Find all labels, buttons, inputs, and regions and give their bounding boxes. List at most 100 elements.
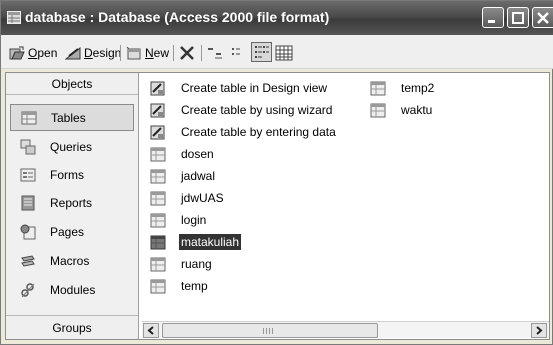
chevron-left-icon (147, 326, 154, 335)
list-view-button[interactable] (251, 42, 272, 62)
table-icon (150, 213, 166, 227)
list-item-label: jdwUAS (181, 191, 224, 205)
objects-item-label: Reports (50, 195, 93, 210)
open-icon (9, 46, 25, 60)
design-label: Design (84, 46, 122, 60)
table-icon (150, 191, 166, 205)
toolbar-separator (201, 45, 202, 61)
list-item-table-jdwuas[interactable]: jdwUAS (150, 188, 226, 208)
page-icon (20, 224, 36, 239)
list-item-create-entering-data[interactable]: Create table by entering data (150, 122, 338, 142)
horizontal-scrollbar[interactable] (142, 321, 549, 338)
module-icon (21, 282, 35, 297)
title-bar[interactable]: database : Database (Access 2000 file fo… (1, 1, 553, 35)
groups-label: Groups (52, 320, 92, 335)
table-icon (150, 169, 166, 183)
table-icon (150, 235, 166, 249)
list-item-label: temp2 (401, 81, 435, 95)
list-item-table-waktu[interactable]: waktu (370, 100, 434, 120)
list-item-table-login[interactable]: login (150, 210, 208, 230)
table-icon (150, 279, 166, 293)
objects-item-modules[interactable]: Modules (10, 276, 134, 303)
open-button[interactable]: Open (9, 44, 57, 62)
toolbar-separator (173, 45, 174, 61)
details-view-icon (275, 45, 293, 61)
list-item-label: matakuliah (179, 234, 242, 250)
objects-item-queries[interactable]: Queries (10, 133, 134, 160)
large-icons-button[interactable] (207, 44, 223, 62)
minimize-button[interactable] (482, 7, 504, 28)
objects-item-label: Queries (50, 139, 93, 154)
objects-bar: Objects Tables Queries Forms Reports Pag… (6, 73, 139, 339)
list-item-table-temp[interactable]: temp (150, 276, 210, 296)
table-icon (21, 111, 37, 124)
objects-header[interactable]: Objects (6, 73, 138, 95)
list-item-table-matakuliah[interactable]: matakuliah (150, 232, 242, 252)
objects-header-label: Objects (51, 76, 93, 91)
new-label: New (145, 46, 170, 60)
objects-item-label: Macros (50, 253, 90, 268)
form-icon (20, 168, 36, 181)
design-button[interactable]: Design (65, 44, 121, 62)
database-window: database : Database (Access 2000 file fo… (0, 0, 553, 345)
list-item-table-temp2[interactable]: temp2 (370, 78, 436, 98)
objects-item-forms[interactable]: Forms (10, 161, 134, 188)
list-item-label: dosen (181, 147, 214, 161)
objects-item-macros[interactable]: Macros (10, 247, 134, 274)
list-item-label: Create table by entering data (181, 125, 336, 139)
report-icon (21, 195, 35, 210)
groups-header[interactable]: Groups (6, 315, 138, 339)
minimize-icon (488, 20, 495, 23)
wizard-icon (150, 125, 165, 139)
objects-item-reports[interactable]: Reports (10, 189, 134, 216)
new-icon (126, 46, 141, 60)
toolbar: Open Design New (1, 35, 553, 69)
objects-item-tables[interactable]: Tables (10, 104, 134, 131)
list-item-label: waktu (401, 103, 433, 117)
list-item-label: jadwal (181, 169, 216, 183)
list-item-create-wizard[interactable]: Create table by using wizard (150, 100, 334, 120)
close-button[interactable] (532, 7, 553, 28)
objects-item-label: Pages (50, 224, 85, 239)
chevron-right-icon (536, 326, 543, 335)
objects-item-pages[interactable]: Pages (10, 218, 134, 245)
scroll-right-button[interactable] (531, 323, 547, 338)
object-list: Create table in Design view Create table… (146, 73, 549, 319)
design-icon (65, 46, 81, 60)
list-item-table-ruang[interactable]: ruang (150, 254, 214, 274)
list-item-label: Create table by using wizard (181, 103, 333, 117)
details-view-button[interactable] (275, 44, 293, 62)
objects-item-label: Modules (50, 282, 96, 297)
list-item-label: Create table in Design view (181, 81, 328, 95)
table-icon (370, 81, 386, 95)
list-item-table-dosen[interactable]: dosen (150, 144, 216, 164)
delete-button[interactable] (179, 44, 195, 62)
objects-item-label: Forms (50, 167, 84, 182)
open-label: Open (28, 46, 58, 60)
close-icon (537, 12, 549, 24)
scrollbar-grip (263, 328, 275, 334)
maximize-button[interactable] (507, 7, 529, 28)
objects-item-label: Tables (51, 110, 86, 125)
list-view-icon (254, 46, 269, 58)
list-item-create-design-view[interactable]: Create table in Design view (150, 78, 329, 98)
list-item-label: temp (181, 279, 208, 293)
new-button[interactable]: New (126, 44, 169, 62)
maximize-icon (512, 12, 524, 24)
list-item-label: login (181, 213, 207, 227)
table-icon (150, 147, 166, 161)
list-item-table-jadwal[interactable]: jadwal (150, 166, 217, 186)
table-icon (370, 103, 386, 117)
database-pane: Objects Tables Queries Forms Reports Pag… (5, 72, 550, 340)
small-icons-icon (232, 48, 240, 55)
scrollbar-thumb[interactable] (162, 323, 378, 338)
small-icons-button[interactable] (230, 44, 246, 62)
window-title: database : Database (Access 2000 file fo… (25, 9, 330, 25)
table-icon (150, 257, 166, 271)
delete-icon (180, 46, 194, 60)
list-item-label: ruang (181, 257, 212, 271)
macro-icon (21, 254, 35, 267)
scroll-left-button[interactable] (143, 323, 159, 338)
wizard-icon (150, 81, 165, 95)
wizard-icon (150, 103, 165, 117)
